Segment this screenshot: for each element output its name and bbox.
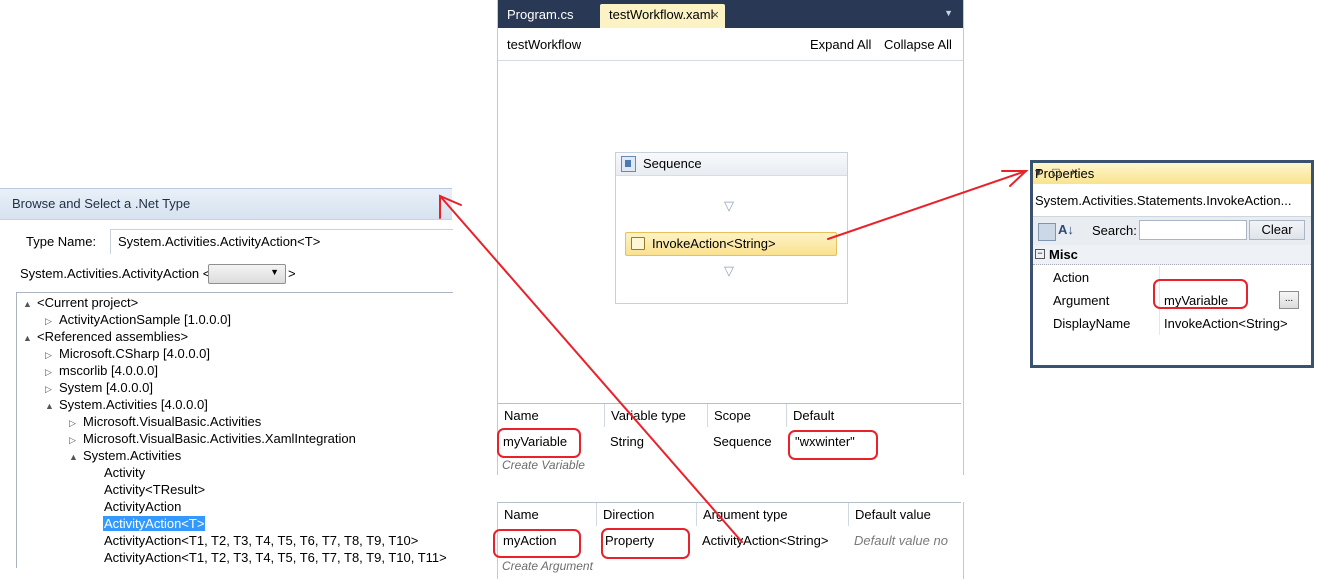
tree-node[interactable]: ActivityAction<T1, T2, T3, T4, T5, T6, T…	[104, 532, 418, 549]
highlight-ring	[493, 529, 581, 558]
property-value[interactable]: InvokeAction<String>	[1164, 316, 1288, 331]
dialog-title-bar: Browse and Select a .Net Type	[0, 188, 452, 220]
highlight-ring	[1153, 279, 1248, 309]
properties-title-bar: Properties ▾ □ ×	[1033, 163, 1311, 184]
variables-col-type[interactable]: Variable type	[605, 404, 708, 427]
tree-node[interactable]: ▷ ActivityActionSample [1.0.0.0]	[45, 311, 231, 328]
highlight-ring	[601, 528, 690, 559]
arguments-col-default[interactable]: Default value	[849, 503, 961, 526]
close-icon[interactable]: ×	[711, 4, 719, 26]
highlight-ring	[497, 428, 581, 458]
designer-canvas[interactable]: Sequence ▽ InvokeAction<String> ▽	[498, 61, 963, 403]
selected-object-name: System.Activities.Statements.InvokeActio…	[1035, 193, 1292, 208]
create-variable-link[interactable]: Create Variable	[502, 458, 585, 472]
sequence-activity[interactable]: Sequence ▽ InvokeAction<String> ▽	[615, 152, 848, 304]
collapse-all-link[interactable]: Collapse All	[884, 37, 952, 52]
argument-default-cell[interactable]: Default value no	[849, 529, 961, 553]
highlight-ring	[788, 430, 878, 460]
chevron-down-icon: ▼	[270, 267, 279, 277]
sort-alphabetical-icon[interactable]: A↓	[1058, 222, 1074, 237]
clear-button[interactable]: Clear	[1249, 220, 1305, 240]
expand-icon[interactable]: ▲	[23, 330, 37, 347]
tree-node[interactable]: ▲ System.Activities [4.0.0.0]	[45, 396, 208, 413]
sequence-icon	[621, 156, 636, 172]
variables-col-scope[interactable]: Scope	[708, 404, 787, 427]
designer-breadcrumb-bar: testWorkflow Expand All Collapse All	[498, 28, 963, 61]
invoke-action-activity[interactable]: InvokeAction<String>	[625, 232, 837, 256]
drop-marker-icon[interactable]: ▽	[724, 198, 734, 214]
arrowhead	[1001, 170, 1029, 187]
type-tree[interactable]: ▲ <Current project> ▷ ActivityActionSample…	[16, 292, 453, 568]
tab-program-cs[interactable]: Program.cs	[498, 4, 582, 28]
arguments-col-name[interactable]: Name	[498, 503, 597, 526]
expand-icon[interactable]: ▲	[69, 449, 83, 466]
tree-node[interactable]: ▷ Microsoft.CSharp [4.0.0.0]	[45, 345, 210, 362]
tree-node[interactable]: ▲ <Referenced assemblies>	[23, 328, 188, 345]
property-name: DisplayName	[1053, 316, 1131, 331]
search-label: Search:	[1092, 223, 1137, 238]
expand-icon[interactable]: ▲	[45, 398, 59, 415]
expand-all-link[interactable]: Expand All	[810, 37, 871, 52]
properties-toolbar: A↓ Search: Clear	[1033, 216, 1311, 246]
search-input[interactable]	[1139, 220, 1247, 240]
tree-node[interactable]: Activity<TResult>	[104, 481, 205, 498]
generic-type-dropdown[interactable]: ▼	[208, 264, 286, 284]
tree-node[interactable]: ▲ <Current project>	[23, 294, 138, 311]
drop-marker-icon[interactable]: ▽	[724, 263, 734, 279]
tree-node[interactable]: ▲ System.Activities	[69, 447, 181, 464]
tab-dropdown-icon[interactable]: ▼	[944, 8, 953, 18]
collapse-icon[interactable]: −	[1035, 249, 1045, 259]
tree-node[interactable]: Activity	[104, 464, 145, 481]
category-label: Misc	[1049, 247, 1078, 262]
generic-type-close: >	[288, 266, 296, 281]
breadcrumb[interactable]: testWorkflow	[507, 37, 581, 52]
invoke-action-label: InvokeAction<String>	[652, 236, 776, 251]
ellipsis-button[interactable]: ...	[1279, 291, 1299, 309]
expand-icon[interactable]: ▲	[23, 296, 37, 313]
property-name: Argument	[1053, 293, 1110, 308]
generic-type-label: System.Activities.ActivityAction <	[20, 266, 211, 281]
workflow-designer: Program.cs testWorkflow.xaml × ▼ testWor…	[497, 0, 964, 476]
create-argument-link[interactable]: Create Argument	[502, 559, 593, 573]
property-row-displayname[interactable]: DisplayName InvokeAction<String>	[1033, 312, 1311, 335]
dialog-title: Browse and Select a .Net Type	[12, 196, 191, 211]
property-name: Action	[1053, 270, 1090, 285]
tree-node[interactable]: ActivityAction	[104, 498, 181, 515]
document-tab-strip: Program.cs testWorkflow.xaml × ▼	[498, 0, 963, 28]
invoke-action-icon	[631, 237, 645, 250]
category-misc[interactable]: − Misc	[1033, 245, 1311, 265]
column-divider	[1159, 312, 1160, 335]
arguments-col-type[interactable]: Argument type	[697, 503, 849, 526]
sequence-header[interactable]: Sequence	[616, 153, 847, 176]
tree-node[interactable]: ▷ System [4.0.0.0]	[45, 379, 153, 396]
tree-node-selected[interactable]: ActivityAction<T>	[103, 515, 206, 532]
argument-type-cell[interactable]: ActivityAction<String>	[697, 529, 849, 553]
variables-col-default[interactable]: Default	[787, 404, 961, 427]
tree-node[interactable]: ▷ Microsoft.VisualBasic.Activities	[69, 413, 261, 430]
variable-type-cell[interactable]: String	[605, 430, 708, 454]
type-name-input[interactable]: System.Activities.ActivityAction<T>	[118, 234, 320, 249]
tree-node[interactable]: ActivityAction<T1, T2, T3, T4, T5, T6, T…	[104, 549, 447, 566]
sequence-title: Sequence	[643, 156, 702, 171]
type-name-label: Type Name:	[26, 234, 97, 249]
categorized-view-icon[interactable]	[1038, 223, 1056, 241]
arguments-col-direction[interactable]: Direction	[597, 503, 697, 526]
variable-scope-cell[interactable]: Sequence	[708, 430, 787, 454]
tree-node[interactable]: ▷ Microsoft.VisualBasic.Activities.XamlIn…	[69, 430, 356, 447]
browse-type-dialog: Browse and Select a .Net Type Type Name:…	[0, 188, 453, 579]
properties-window: Properties ▾ □ × System.Activities.State…	[1030, 160, 1314, 368]
window-controls-icon[interactable]: ▾ □ ×	[1035, 165, 1307, 179]
tree-node[interactable]: ▷ mscorlib [4.0.0.0]	[45, 362, 158, 379]
tab-testworkflow-xaml[interactable]: testWorkflow.xaml ×	[600, 4, 725, 28]
variables-col-name[interactable]: Name	[498, 404, 605, 427]
